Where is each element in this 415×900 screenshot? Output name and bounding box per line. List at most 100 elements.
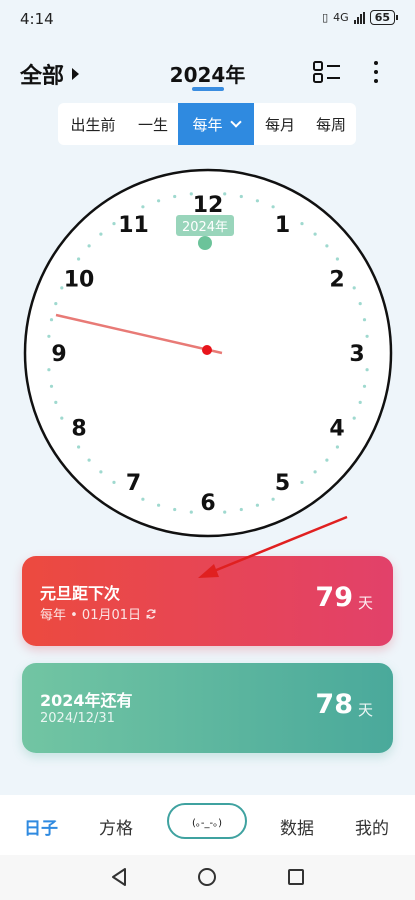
chevron-down-icon xyxy=(229,115,242,128)
title-underline xyxy=(192,87,224,91)
page-title: 2024年 xyxy=(169,63,246,87)
tab-yearly[interactable]: 每年 xyxy=(178,103,254,145)
home-icon[interactable] xyxy=(198,868,216,886)
repeat-icon xyxy=(146,608,156,619)
nav-center-button[interactable]: (｡-_-｡) xyxy=(167,803,247,839)
clock-tick xyxy=(112,480,116,484)
clock-tick xyxy=(141,497,145,501)
year-marker-dot xyxy=(198,236,212,250)
list-layout-icon[interactable] xyxy=(313,60,341,84)
year-clock: 121234567891011 2024年 xyxy=(23,168,393,538)
header: 全部 2024年 xyxy=(0,50,415,95)
clock-tick xyxy=(77,445,81,449)
clock-tick xyxy=(54,302,58,306)
network-label: 4G xyxy=(333,11,349,24)
card-unit: 天 xyxy=(357,594,373,612)
card-unit: 天 xyxy=(357,701,373,719)
clock-number: 12 xyxy=(193,193,224,218)
clock-tick xyxy=(239,507,243,512)
nav-grid[interactable]: 方格 xyxy=(99,814,133,839)
clock-tick xyxy=(352,286,356,290)
clock-tick xyxy=(173,194,177,199)
clock-tick xyxy=(313,470,317,474)
clock-tick xyxy=(255,199,259,203)
system-nav-bar xyxy=(0,855,415,900)
signal-icon xyxy=(353,11,365,24)
clock-tick xyxy=(157,199,161,203)
clock-number: 8 xyxy=(71,417,86,442)
clock-tick xyxy=(300,480,304,484)
clock-tick xyxy=(255,503,259,507)
card-title: 2024年还有 xyxy=(40,691,133,710)
clock-tick xyxy=(362,384,367,388)
clock-number: 3 xyxy=(349,342,364,367)
card-title: 元旦距下次 xyxy=(40,584,121,603)
clock-tick xyxy=(189,510,193,514)
clock-number: 10 xyxy=(64,268,95,293)
more-options-icon[interactable] xyxy=(366,58,386,86)
clock-tick xyxy=(271,205,275,209)
battery-icon: 65 xyxy=(369,10,399,25)
vibrate-icon: ▯ xyxy=(322,11,329,24)
clock-number: 5 xyxy=(275,471,290,496)
tab-lifetime[interactable]: 一生 xyxy=(128,103,178,145)
nav-days[interactable]: 日子 xyxy=(24,814,58,839)
nav-data[interactable]: 数据 xyxy=(280,814,314,839)
status-bar: 4:14 ▯ 4G 65 xyxy=(0,0,415,38)
back-icon[interactable] xyxy=(110,867,128,887)
card-value: 79 xyxy=(315,582,353,613)
clock-tick xyxy=(223,192,227,196)
clock-tick xyxy=(362,318,367,322)
clock-tick xyxy=(141,205,145,209)
clock-tick xyxy=(325,458,329,462)
period-tabs: 出生前 一生 每年 每月 每周 xyxy=(58,103,356,145)
clock-tick xyxy=(300,222,304,226)
countdown-card-new-year[interactable]: 元旦距下次 每年 • 01月01日 79 天 xyxy=(22,556,393,646)
clock-tick xyxy=(60,416,64,420)
year-marker-label: 2024年 xyxy=(182,220,228,235)
clock-tick xyxy=(157,503,161,507)
clock-tick xyxy=(335,445,339,449)
clock-tick xyxy=(99,470,103,474)
clock-tick xyxy=(87,458,91,462)
clock-tick xyxy=(352,416,356,420)
clock-number: 9 xyxy=(51,342,66,367)
clock-tick xyxy=(358,400,362,404)
tab-monthly[interactable]: 每月 xyxy=(254,103,306,145)
status-icons: ▯ 4G 65 xyxy=(322,10,399,25)
clock-number: 2 xyxy=(329,268,344,293)
clock-tick xyxy=(365,334,369,338)
clock-tick xyxy=(99,232,103,236)
clock-tick xyxy=(54,400,58,404)
bottom-nav: 日子 方格 (｡-_-｡) 数据 我的 xyxy=(0,795,415,855)
clock-number: 11 xyxy=(118,213,149,238)
clock-tick xyxy=(358,302,362,306)
card-value: 78 xyxy=(315,689,353,720)
clock-center xyxy=(202,345,212,355)
clock-tick xyxy=(112,222,116,226)
clock-tick xyxy=(87,244,91,248)
card-subtitle: 2024/12/31 xyxy=(40,711,115,726)
clock-tick xyxy=(47,334,51,338)
clock-tick xyxy=(223,510,227,514)
clock-tick xyxy=(313,232,317,236)
clock-tick xyxy=(325,244,329,248)
tab-weekly[interactable]: 每周 xyxy=(306,103,356,145)
clock-tick xyxy=(173,507,177,512)
clock-tick xyxy=(335,257,339,261)
clock-tick xyxy=(49,318,54,322)
clock-number: 1 xyxy=(275,213,290,238)
clock-tick xyxy=(365,368,369,372)
nav-mine[interactable]: 我的 xyxy=(355,814,389,839)
clock-tick xyxy=(239,194,243,199)
card-subtitle: 每年 • 01月01日 xyxy=(40,604,157,623)
clock-number: 4 xyxy=(329,417,344,442)
clock-number: 7 xyxy=(126,471,141,496)
clock-tick xyxy=(47,368,51,372)
clock-number: 6 xyxy=(200,491,215,516)
status-time: 4:14 xyxy=(20,10,54,28)
countdown-card-year-end[interactable]: 2024年还有 2024/12/31 78 天 xyxy=(22,663,393,753)
tab-before-birth[interactable]: 出生前 xyxy=(58,103,128,145)
clock-tick xyxy=(271,497,275,501)
recents-icon[interactable] xyxy=(288,869,304,885)
